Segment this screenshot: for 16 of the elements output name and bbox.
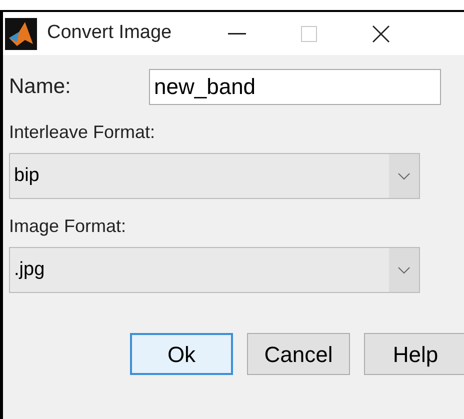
app-logo-icon <box>5 18 37 50</box>
dropdown[interactable]: bip <box>9 153 420 199</box>
chevron-down-icon <box>398 172 410 180</box>
dialog-button[interactable]: Cancel <box>247 333 350 375</box>
chevron-down-icon <box>398 266 410 274</box>
field-label: Image Format: <box>9 215 128 238</box>
field-label: Name: <box>9 74 72 100</box>
field-label: Interleave Format: <box>9 121 156 144</box>
maximize-icon <box>301 26 317 42</box>
minimize-icon <box>228 32 246 34</box>
dropdown[interactable]: .jpg <box>9 247 420 293</box>
window-title: Convert Image <box>47 21 173 46</box>
dialog-button[interactable]: Help <box>364 333 464 375</box>
name-field[interactable]: new_band <box>149 69 441 105</box>
dialog-button[interactable]: Ok <box>130 333 233 375</box>
close-icon <box>372 24 390 42</box>
